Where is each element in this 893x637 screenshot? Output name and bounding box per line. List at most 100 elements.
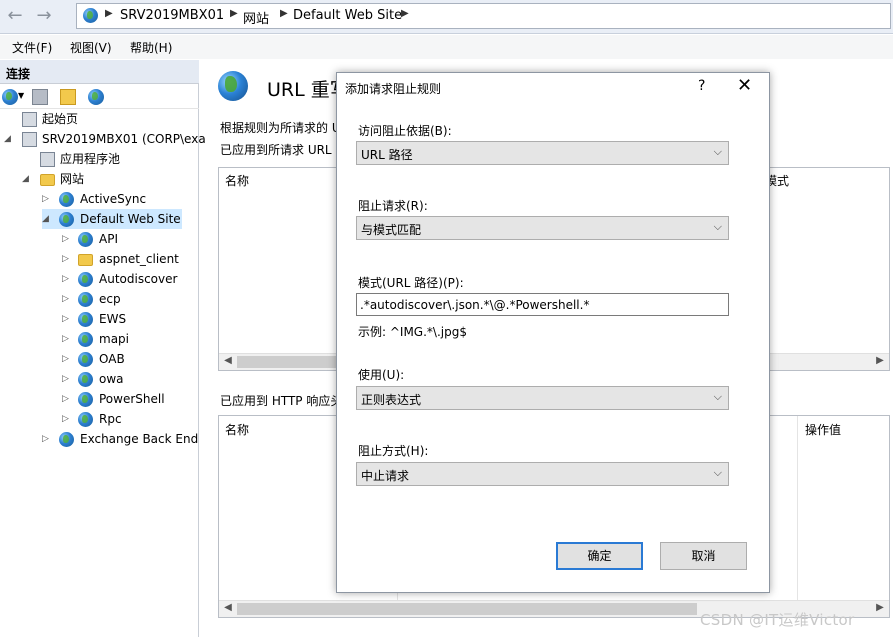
tree-item-default-web-site[interactable]: ◢ Default Web Site [42, 209, 182, 229]
connections-panel: 连接 ▼ 起始页 ◢ SRV2019MBX01 (CORP\exa 应用程序池 … [0, 60, 206, 637]
tree-item-label: ActiveSync [80, 192, 147, 206]
tree-item-label: mapi [99, 332, 129, 346]
column-header-name[interactable]: 名称 [225, 421, 249, 438]
menu-bar: 文件(F) 视图(V) 帮助(H) [0, 35, 893, 59]
scroll-right-icon[interactable]: ▶ [873, 355, 887, 366]
connect-icon[interactable] [2, 89, 18, 105]
address-bar[interactable]: ▶ SRV2019MBX01 ▶ 网站 ▶ Default Web Site ▶ [76, 3, 891, 29]
tree-item-label: API [99, 232, 118, 246]
breadcrumb-separator-icon[interactable]: ▶ [280, 8, 288, 19]
ok-button[interactable]: 确定 [556, 542, 643, 570]
column-header-name[interactable]: 名称 [225, 172, 249, 189]
app-icon [78, 332, 93, 347]
outbound-rules-label: 已应用到 HTTP 响应头 [220, 394, 343, 408]
url-rewrite-icon [218, 71, 248, 101]
expand-icon[interactable]: ▷ [62, 289, 72, 309]
breadcrumb-site[interactable]: Default Web Site [293, 8, 402, 23]
block-request-value: 与模式匹配 [361, 223, 422, 237]
tree-item-label: aspnet_client [99, 252, 179, 266]
address-bar-area: ← → ▶ SRV2019MBX01 ▶ 网站 ▶ Default Web Si… [0, 0, 893, 34]
breadcrumb-separator-icon[interactable]: ▶ [105, 8, 113, 19]
expand-icon[interactable]: ▷ [62, 409, 72, 429]
app-icon [78, 392, 93, 407]
menu-file[interactable]: 文件(F) [12, 39, 52, 56]
connections-header: 连接 [0, 60, 199, 84]
pattern-input[interactable] [357, 294, 728, 315]
pattern-field[interactable] [356, 293, 729, 316]
scroll-left-icon[interactable]: ◀ [221, 602, 235, 613]
scroll-left-icon[interactable]: ◀ [221, 355, 235, 366]
app-icon [78, 312, 93, 327]
chevron-down-icon[interactable]: ⌵ [714, 466, 722, 480]
breadcrumb-server[interactable]: SRV2019MBX01 [120, 8, 224, 23]
tree-item-label: OAB [99, 352, 125, 366]
block-basis-label: 访问阻止依据(B): [358, 124, 452, 138]
block-basis-value: URL 路径 [361, 148, 413, 162]
expand-icon[interactable]: ▷ [62, 369, 72, 389]
block-basis-select[interactable]: URL 路径 ⌵ [356, 141, 729, 165]
how-to-block-select[interactable]: 中止请求 ⌵ [356, 462, 729, 486]
collapse-icon[interactable]: ◢ [4, 129, 14, 149]
up-folder-icon[interactable] [60, 89, 76, 105]
cancel-button[interactable]: 取消 [660, 542, 747, 570]
description-text: 根据规则为所请求的 U [220, 121, 341, 135]
expand-icon[interactable]: ▷ [62, 349, 72, 369]
expand-icon[interactable]: ▷ [62, 329, 72, 349]
breadcrumb-separator-icon[interactable]: ▶ [230, 8, 238, 19]
column-header-action-value[interactable]: 操作值 [805, 421, 841, 438]
tree-item-label: owa [99, 372, 124, 386]
forward-button[interactable]: → [32, 5, 56, 27]
tree-item-label: SRV2019MBX01 (CORP\exa [42, 132, 206, 146]
app-icon [78, 272, 93, 287]
how-to-block-value: 中止请求 [361, 469, 410, 483]
pattern-label: 模式(URL 路径)(P): [358, 276, 464, 290]
inbound-rules-label: 已应用到所请求 URL [220, 143, 332, 157]
chevron-down-icon[interactable]: ▼ [18, 91, 24, 100]
chevron-down-icon[interactable]: ⌵ [714, 390, 722, 404]
close-icon[interactable]: ✕ [737, 75, 752, 96]
globe-icon [59, 432, 74, 447]
disconnect-icon[interactable] [88, 89, 104, 105]
chevron-down-icon[interactable]: ⌵ [714, 145, 722, 159]
watermark: CSDN @IT运维Victor [700, 611, 855, 629]
pattern-example: 示例: ^IMG.*\.jpg$ [358, 325, 467, 339]
add-request-blocking-rule-dialog: 添加请求阻止规则 ? ✕ 访问阻止依据(B): URL 路径 ⌵ 阻止请求(R)… [336, 72, 770, 593]
collapse-icon[interactable]: ◢ [22, 169, 32, 189]
menu-view[interactable]: 视图(V) [70, 39, 112, 56]
scroll-right-icon[interactable]: ▶ [873, 602, 887, 613]
tree-item-label: Exchange Back End [80, 432, 199, 446]
menu-help[interactable]: 帮助(H) [130, 39, 172, 56]
app-icon [78, 352, 93, 367]
using-value: 正则表达式 [361, 393, 422, 407]
help-button[interactable]: ? [698, 78, 705, 94]
expand-icon[interactable]: ▷ [42, 189, 52, 209]
globe-icon [83, 8, 98, 23]
expand-icon[interactable]: ▷ [62, 269, 72, 289]
expand-icon[interactable]: ▷ [62, 249, 72, 269]
block-request-select[interactable]: 与模式匹配 ⌵ [356, 216, 729, 240]
scroll-thumb[interactable] [237, 603, 697, 615]
tree-item-label: Autodiscover [99, 272, 178, 286]
expand-icon[interactable]: ▷ [62, 229, 72, 249]
server-icon [22, 132, 37, 147]
breadcrumb-separator-icon[interactable]: ▶ [401, 8, 409, 19]
expand-icon[interactable]: ▷ [62, 389, 72, 409]
dialog-title: 添加请求阻止规则 [345, 82, 442, 96]
tree-item-label: EWS [99, 312, 127, 326]
chevron-down-icon[interactable]: ⌵ [714, 220, 722, 234]
expand-icon[interactable]: ▷ [42, 429, 52, 449]
collapse-icon[interactable]: ◢ [42, 209, 52, 229]
app-icon [78, 412, 93, 427]
save-icon[interactable] [32, 89, 48, 105]
tree-item-label: Rpc [99, 412, 122, 426]
breadcrumb-sites[interactable]: 网站 [243, 8, 269, 27]
sites-folder-icon [40, 174, 55, 186]
tree-item-label: PowerShell [99, 392, 165, 406]
start-page-icon [22, 112, 37, 127]
tree-item-label: 网站 [60, 172, 85, 186]
using-select[interactable]: 正则表达式 ⌵ [356, 386, 729, 410]
expand-icon[interactable]: ▷ [62, 309, 72, 329]
column-divider [797, 416, 798, 602]
back-button[interactable]: ← [3, 5, 27, 27]
connections-toolbar: ▼ [0, 85, 199, 109]
